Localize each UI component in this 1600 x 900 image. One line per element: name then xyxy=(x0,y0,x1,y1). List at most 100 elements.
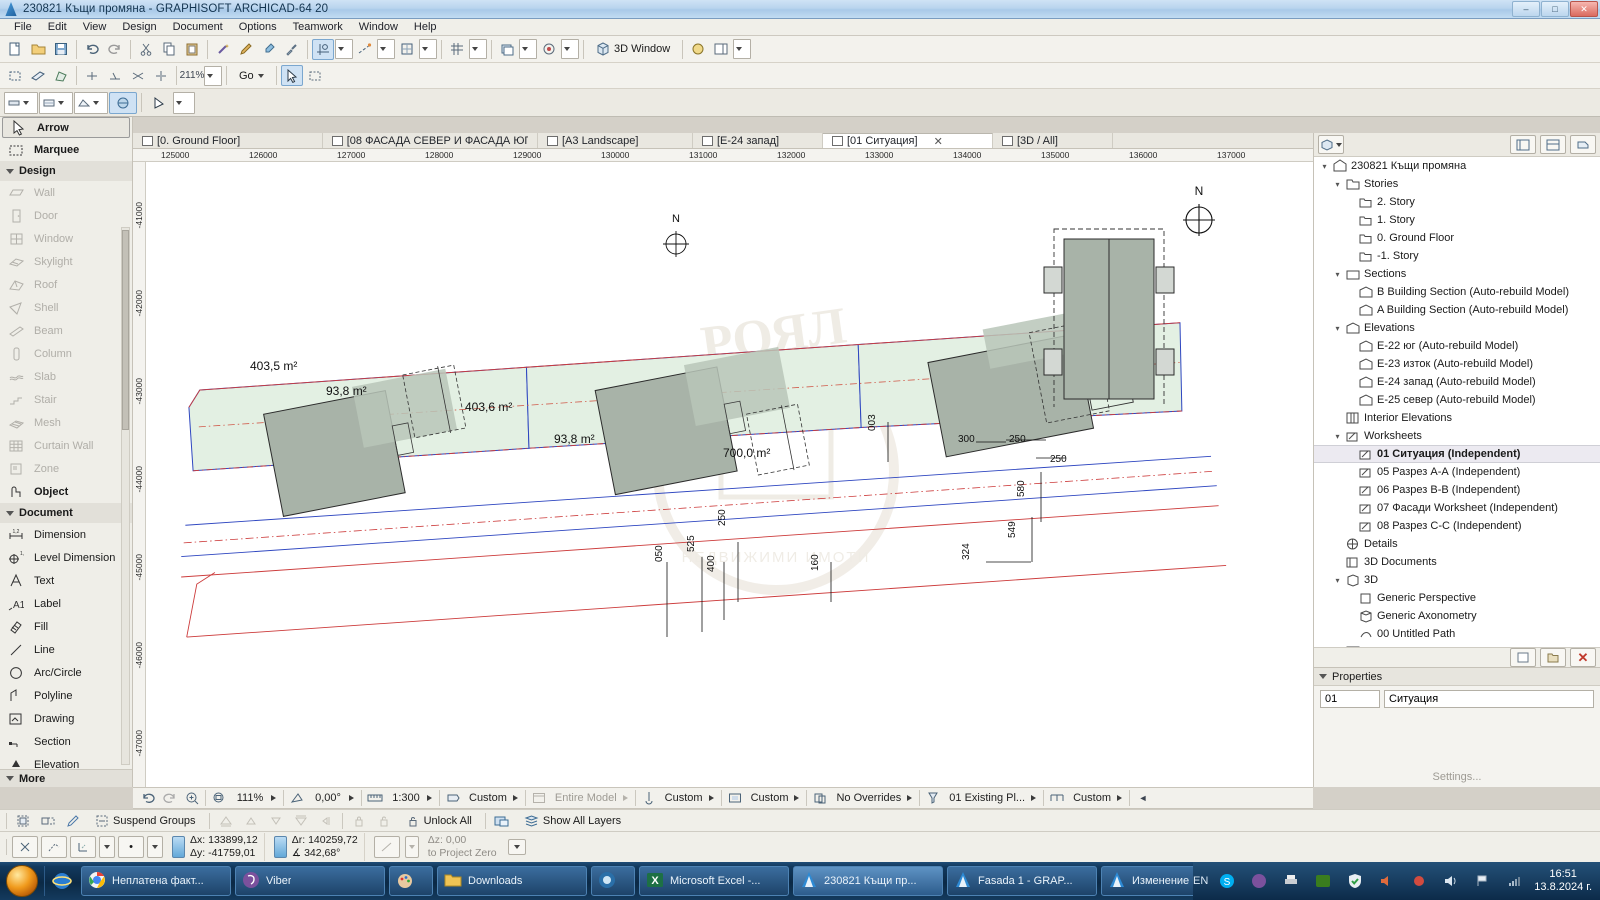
nav-item-7[interactable]: B Building Section (Auto-rebuild Model) xyxy=(1314,283,1600,301)
nav-item-21[interactable]: Details xyxy=(1314,535,1600,553)
grid2-dropdown[interactable] xyxy=(469,39,487,59)
grid-icon[interactable] xyxy=(446,39,468,60)
notification-icon[interactable] xyxy=(1406,866,1432,896)
tool-door[interactable]: Door xyxy=(0,204,132,227)
nav-item-25[interactable]: Generic Axonometry xyxy=(1314,607,1600,625)
tool-arc-circle[interactable]: Arc/Circle xyxy=(0,661,132,684)
taskbar-clock[interactable]: 16:51 13.8.2024 г. xyxy=(1534,868,1592,894)
geometry-method-icon[interactable] xyxy=(109,91,137,114)
nav-item-6[interactable]: ▾ Sections xyxy=(1314,265,1600,283)
nav-item-10[interactable]: E-22 юг (Auto-rebuild Model) xyxy=(1314,337,1600,355)
cut-icon[interactable] xyxy=(135,39,157,60)
penset-status-icon[interactable] xyxy=(442,788,464,809)
orientation-icon[interactable] xyxy=(286,788,308,809)
group-icon[interactable] xyxy=(12,810,34,831)
worksheet-canvas[interactable]: РОЯЛ НЕДВИЖИМИ ИМОТИ N 300 250 250 580 5… xyxy=(146,162,1313,787)
tool-polyline[interactable]: Polyline xyxy=(0,684,132,707)
nav-item-16[interactable]: 01 Ситуация (Independent) xyxy=(1314,445,1600,463)
chevron-down-icon[interactable]: ▾ xyxy=(1320,162,1329,171)
elevation-mode-dropdown[interactable] xyxy=(404,836,419,858)
nvidia-icon[interactable] xyxy=(1310,866,1336,896)
taskbar-item-0[interactable]: Неплатена факт... xyxy=(81,866,231,896)
goto-button[interactable]: Go xyxy=(231,65,272,86)
zoom-dropdown[interactable] xyxy=(204,65,222,86)
zoom-redo-icon[interactable] xyxy=(159,788,181,809)
tool-label[interactable]: A1 Label xyxy=(0,592,132,615)
snap-guide-icon[interactable] xyxy=(312,38,334,60)
chevron-right-icon[interactable] xyxy=(907,795,913,801)
guide-dropdown[interactable] xyxy=(377,39,395,59)
undo-icon[interactable] xyxy=(81,39,103,60)
layer-combination-icon[interactable] xyxy=(638,788,660,809)
nav-item-2[interactable]: 2. Story xyxy=(1314,193,1600,211)
pen-dropdown[interactable] xyxy=(561,39,579,59)
tool-curtain-wall[interactable]: Curtain Wall xyxy=(0,434,132,457)
chevron-right-icon[interactable] xyxy=(1117,795,1123,801)
tool-window[interactable]: Window xyxy=(0,227,132,250)
snap-dropdown[interactable] xyxy=(335,39,353,59)
menu-item-edit[interactable]: Edit xyxy=(40,20,75,34)
unlock-all-button[interactable]: Unlock All xyxy=(398,810,480,831)
chevron-right-icon[interactable] xyxy=(427,795,432,801)
nav-item-24[interactable]: Generic Perspective xyxy=(1314,589,1600,607)
window-controls[interactable]: – □ ✕ xyxy=(1512,1,1598,17)
menu-item-help[interactable]: Help xyxy=(406,20,445,34)
drawing-area[interactable]: 125000 126000 127000 128000 129000 130000 1310… xyxy=(133,149,1313,787)
tool-mesh[interactable]: Mesh xyxy=(0,411,132,434)
tool-line[interactable]: Line xyxy=(0,638,132,661)
language-indicator[interactable]: EN xyxy=(1193,875,1208,887)
scale-value[interactable]: 1:300 xyxy=(391,792,421,804)
chevron-down-icon[interactable]: ▾ xyxy=(1333,432,1342,441)
nav-item-18[interactable]: 06 Разрез В-В (Independent) xyxy=(1314,481,1600,499)
nav-item-26[interactable]: 00 Untitled Path xyxy=(1314,625,1600,643)
pen-set-value[interactable]: Custom xyxy=(469,792,507,804)
view-id-field[interactable] xyxy=(1320,690,1380,708)
nav-item-15[interactable]: ▾ Worksheets xyxy=(1314,427,1600,445)
zoom-out-icon[interactable] xyxy=(137,788,159,809)
toolpalette-scrollbar[interactable] xyxy=(121,227,130,765)
toolpalette-group-design[interactable]: Design xyxy=(0,161,132,181)
nav-item-22[interactable]: 3D Documents xyxy=(1314,553,1600,571)
tab-4[interactable]: [01 Ситуация] ✕ xyxy=(823,133,993,148)
tool-object[interactable]: Object xyxy=(0,480,132,503)
suspend-groups-button[interactable]: Suspend Groups xyxy=(87,810,204,831)
zoom-in-icon[interactable] xyxy=(181,788,203,809)
start-button[interactable] xyxy=(0,862,44,900)
navigator-organizer-icon[interactable] xyxy=(1540,135,1566,154)
render-icon[interactable] xyxy=(687,39,709,60)
tool-slab[interactable]: Slab xyxy=(0,365,132,388)
taskbar-item-6[interactable]: 230821 Къщи пр... xyxy=(793,866,943,896)
tool-section[interactable]: Section xyxy=(0,730,132,753)
tool-level-dimension[interactable]: 1,2 Level Dimension xyxy=(0,546,132,569)
structure-display-icon[interactable] xyxy=(724,788,746,809)
grid-snap-icon[interactable] xyxy=(396,39,418,60)
renovation-override-value[interactable]: No Overrides xyxy=(836,792,901,804)
menu-item-view[interactable]: View xyxy=(75,20,115,34)
menu-item-teamwork[interactable]: Teamwork xyxy=(285,20,351,34)
taskbar-item-7[interactable]: Fasada 1 - GRAP... xyxy=(947,866,1097,896)
area-icon[interactable] xyxy=(50,65,72,86)
snap-point-icon[interactable] xyxy=(12,836,38,858)
chevron-right-icon[interactable] xyxy=(271,795,276,801)
navigator-tree[interactable]: ▾ 230821 Къщи промяна ▾ Stories 2. Story 1. S… xyxy=(1314,157,1600,647)
tab-3[interactable]: [E-24 запад] xyxy=(693,133,823,148)
intersect-icon[interactable] xyxy=(127,65,149,86)
elevation-mode-icon[interactable] xyxy=(373,836,400,858)
nav-item-9[interactable]: ▾ Elevations xyxy=(1314,319,1600,337)
minimize-button[interactable]: – xyxy=(1512,1,1540,17)
nav-item-5[interactable]: -1. Story xyxy=(1314,247,1600,265)
project-zero-dropdown[interactable] xyxy=(507,839,526,855)
nav-item-1[interactable]: ▾ Stories xyxy=(1314,175,1600,193)
tool-marquee[interactable]: Marquee xyxy=(0,138,132,161)
view-name-field[interactable] xyxy=(1384,690,1594,708)
offset-dropdown[interactable] xyxy=(173,91,195,114)
coordinate-x-y[interactable]: Δx: 133899,12 Δy: -41759,01 xyxy=(166,833,265,861)
gravity-icon[interactable] xyxy=(41,836,67,858)
coordinate-z[interactable]: Δz: 0,00 to Project Zero xyxy=(368,833,532,861)
printer-icon[interactable] xyxy=(1278,866,1304,896)
tab-2[interactable]: [A3 Landscape] xyxy=(538,133,693,148)
chevron-down-icon[interactable]: ▾ xyxy=(1333,270,1342,279)
guide-line-icon[interactable] xyxy=(354,39,376,60)
nav-item-20[interactable]: 08 Разрез С-С (Independent) xyxy=(1314,517,1600,535)
close-button[interactable]: ✕ xyxy=(1570,1,1598,17)
